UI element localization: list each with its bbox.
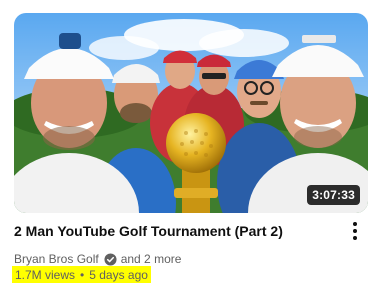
thumbnail-image	[14, 13, 368, 213]
channel-name[interactable]: Bryan Bros Golf	[14, 252, 99, 266]
video-card[interactable]: 3:07:33 2 Man YouTube Golf Tournament (P…	[0, 0, 370, 293]
video-stats: 1.7M views • 5 days ago	[12, 266, 151, 283]
menu-dot	[353, 222, 357, 226]
duration-badge: 3:07:33	[307, 185, 360, 205]
upload-date: 5 days ago	[89, 267, 148, 282]
collaborators-text[interactable]: and 2 more	[121, 252, 182, 266]
view-count: 1.7M views	[15, 267, 76, 282]
more-vert-icon[interactable]	[345, 220, 365, 242]
video-thumbnail[interactable]: 3:07:33	[14, 13, 368, 213]
video-title[interactable]: 2 Man YouTube Golf Tournament (Part 2)	[14, 222, 334, 240]
separator-dot: •	[80, 267, 85, 282]
menu-dot	[353, 236, 357, 240]
menu-dot	[353, 229, 357, 233]
channel-row: Bryan Bros Golf and 2 more	[14, 251, 181, 267]
verified-check-icon	[104, 252, 117, 266]
